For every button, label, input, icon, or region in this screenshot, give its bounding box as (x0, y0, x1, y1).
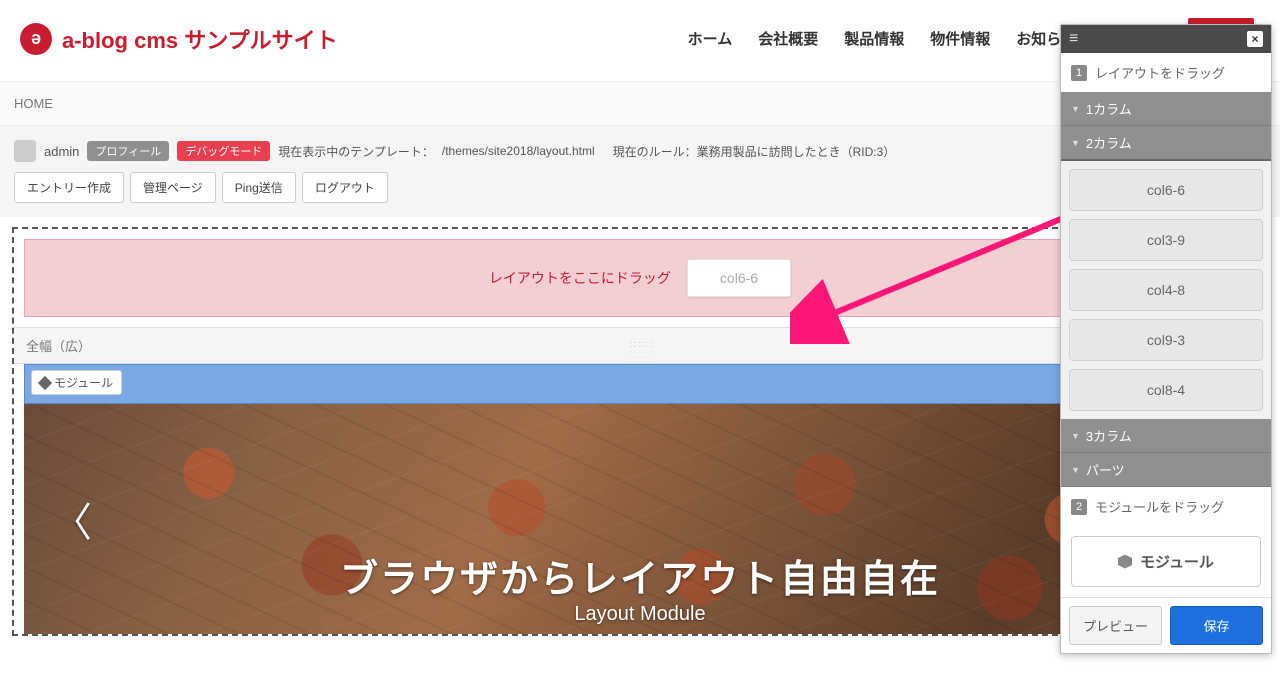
site-title: a-blog cms サンプルサイト (62, 23, 338, 55)
panel-step-1: 1 レイアウトをドラッグ (1061, 53, 1271, 92)
hamburger-icon[interactable]: ≡ (1069, 31, 1078, 47)
chevron-down-icon: ▼ (1071, 431, 1080, 441)
nav-home[interactable]: ホーム (688, 28, 733, 49)
logo-icon: ə (20, 23, 52, 55)
accordion-2col[interactable]: ▼ 2カラム (1061, 126, 1271, 161)
options-2col: col6-6 col3-9 col4-8 col9-3 col8-4 (1061, 161, 1271, 419)
layout-option-col3-9[interactable]: col3-9 (1069, 219, 1263, 261)
accordion-3col-label: 3カラム (1086, 426, 1132, 445)
prev-icon[interactable]: 〈 (52, 490, 92, 548)
template-path: /themes/site2018/layout.html (442, 144, 595, 158)
module-drag-label: モジュール (1140, 551, 1214, 572)
section-label: 全幅（広） (26, 336, 91, 355)
cube-icon (38, 375, 52, 389)
nav-company[interactable]: 会社概要 (758, 28, 818, 49)
layout-option-col9-3[interactable]: col9-3 (1069, 319, 1263, 361)
layout-option-col8-4[interactable]: col8-4 (1069, 369, 1263, 411)
panel-titlebar[interactable]: ≡ × (1061, 25, 1271, 53)
layout-panel: ≡ × 1 レイアウトをドラッグ ▼ 1カラム ▼ 2カラム col6-6 col3… (1060, 24, 1272, 654)
accordion-2col-label: 2カラム (1086, 133, 1132, 152)
step1-label: レイアウトをドラッグ (1095, 63, 1225, 82)
debug-tag[interactable]: デバッグモード (177, 141, 270, 161)
cube-icon (1118, 555, 1132, 569)
chevron-down-icon: ▼ (1071, 104, 1080, 114)
template-label: 現在表示中のテンプレート： (278, 143, 434, 160)
step-badge: 1 (1071, 65, 1087, 81)
step-badge: 2 (1071, 499, 1087, 515)
accordion-parts[interactable]: ▼ パーツ (1061, 453, 1271, 487)
layout-option-col6-6[interactable]: col6-6 (1069, 169, 1263, 211)
layout-option-col4-8[interactable]: col4-8 (1069, 269, 1263, 311)
panel-step-2: 2 モジュールをドラッグ (1061, 487, 1271, 526)
nav-property[interactable]: 物件情報 (930, 28, 990, 49)
hero-headline: ブラウザからレイアウト自由自在 (340, 548, 940, 603)
drag-ghost[interactable]: col6-6 (687, 259, 791, 297)
logout-button[interactable]: ログアウト (302, 172, 388, 203)
drop-hint: レイアウトをここにドラッグ (489, 268, 671, 288)
rule-label: 現在のルール：業務用製品に訪問したとき（RID:3） (613, 143, 896, 160)
module-chip[interactable]: モジュール (31, 370, 122, 395)
step2-label: モジュールをドラッグ (1095, 497, 1224, 516)
accordion-parts-label: パーツ (1086, 460, 1125, 479)
save-button[interactable]: 保存 (1170, 606, 1263, 645)
logo[interactable]: ə a-blog cms サンプルサイト (20, 23, 338, 55)
module-chip-label: モジュール (54, 374, 113, 391)
ping-button[interactable]: Ping送信 (222, 172, 296, 203)
accordion-1col-label: 1カラム (1086, 99, 1132, 118)
accordion-1col[interactable]: ▼ 1カラム (1061, 92, 1271, 126)
admin-username: admin (44, 144, 79, 159)
preview-button[interactable]: プレビュー (1069, 606, 1162, 645)
grip-icon[interactable]: ∷∷∷ (630, 340, 655, 351)
accordion-3col[interactable]: ▼ 3カラム (1061, 419, 1271, 453)
panel-footer: プレビュー 保存 (1061, 597, 1271, 653)
profile-tag[interactable]: プロフィール (87, 141, 169, 161)
entry-create-button[interactable]: エントリー作成 (14, 172, 124, 203)
close-icon[interactable]: × (1247, 31, 1263, 47)
avatar (14, 140, 36, 162)
nav-products[interactable]: 製品情報 (844, 28, 904, 49)
chevron-down-icon: ▼ (1071, 138, 1080, 148)
hero-sub: Layout Module (574, 603, 705, 626)
admin-page-button[interactable]: 管理ページ (130, 172, 216, 203)
chevron-down-icon: ▼ (1071, 465, 1080, 475)
module-drag-item[interactable]: モジュール (1071, 536, 1261, 587)
